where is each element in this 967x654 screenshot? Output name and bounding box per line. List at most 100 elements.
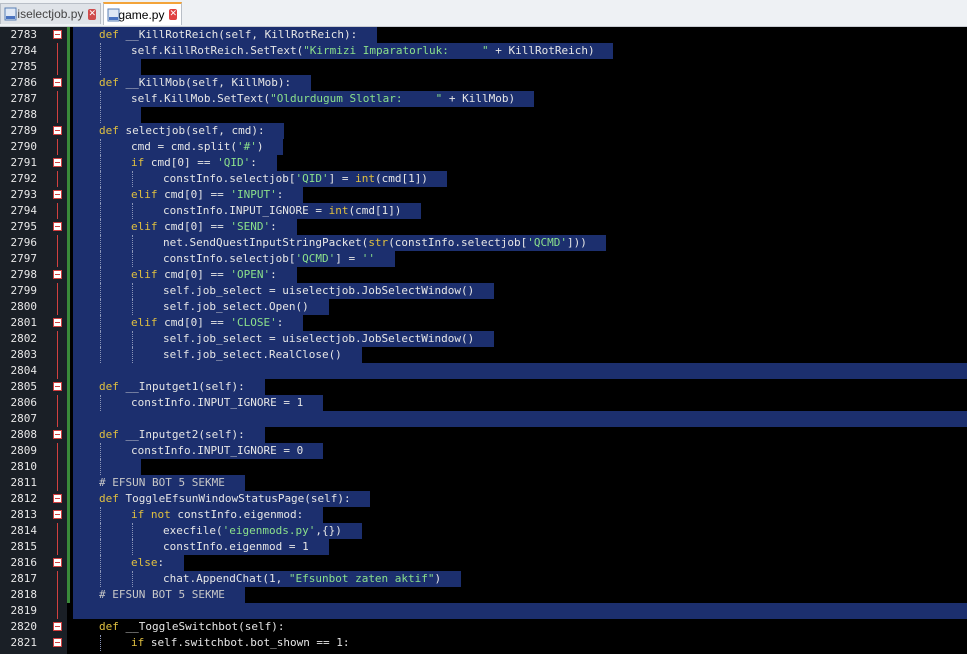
code-line[interactable]: 2788 <box>0 107 967 123</box>
fold-toggle-icon[interactable] <box>53 382 62 391</box>
code-line[interactable]: 2810 <box>0 459 967 475</box>
fold-line <box>57 107 58 123</box>
fold-toggle-icon[interactable] <box>53 222 62 231</box>
indent-guide <box>100 347 101 363</box>
fold-line <box>57 587 58 603</box>
code-line[interactable]: 2795 elif cmd[0] == 'SEND': <box>0 219 967 235</box>
change-marker <box>67 427 70 443</box>
code-text: net.SendQuestInputStringPacket(str(const… <box>163 236 587 249</box>
line-number: 2818 <box>10 588 38 601</box>
code-line[interactable]: 2794 constInfo.INPUT_IGNORE = int(cmd[1]) <box>0 203 967 219</box>
code-line[interactable]: 2819 <box>0 603 967 619</box>
code-line[interactable]: 2784 self.KillRotReich.SetText("Kirmizi I… <box>0 43 967 59</box>
fold-toggle-icon[interactable] <box>53 318 62 327</box>
change-marker <box>67 459 70 475</box>
code-text: def __Inputget2(self): <box>99 428 245 441</box>
code-line[interactable]: 2789 def selectjob(self, cmd): <box>0 123 967 139</box>
tab-bar: uiselectjob.py ✕ game.py ✕ <box>0 0 967 27</box>
indent-guide <box>100 331 101 347</box>
fold-toggle-icon[interactable] <box>53 638 62 647</box>
code-line[interactable]: 2785 <box>0 59 967 75</box>
code-line[interactable]: 2812 def ToggleEfsunWindowStatusPage(self… <box>0 491 967 507</box>
change-marker <box>67 443 70 459</box>
close-tab-icon[interactable]: ✕ <box>169 9 177 20</box>
line-number: 2805 <box>10 380 38 393</box>
fold-toggle-icon[interactable] <box>53 190 62 199</box>
code-line[interactable]: 2790 cmd = cmd.split('#') <box>0 139 967 155</box>
selection-highlight <box>73 411 967 427</box>
indent-guide <box>100 555 101 571</box>
code-line[interactable]: 2792 constInfo.selectjob['QID'] = int(cmd… <box>0 171 967 187</box>
fold-toggle-icon[interactable] <box>53 430 62 439</box>
code-editor[interactable]: 2783 def __KillRotReich(self, KillRotReic… <box>0 27 967 654</box>
line-number: 2813 <box>10 508 38 521</box>
code-line[interactable]: 2796 net.SendQuestInputStringPacket(str(c… <box>0 235 967 251</box>
change-marker <box>67 507 70 523</box>
code-text: constInfo.selectjob['QCMD'] = '' <box>163 252 375 265</box>
code-line[interactable]: 2805 def __Inputget1(self): <box>0 379 967 395</box>
code-line[interactable]: 2804 <box>0 363 967 379</box>
fold-toggle-icon[interactable] <box>53 30 62 39</box>
code-line[interactable]: 2787 self.KillMob.SetText("Oldurdugum Slo… <box>0 91 967 107</box>
tab-game[interactable]: game.py ✕ <box>103 2 182 25</box>
fold-toggle-icon[interactable] <box>53 270 62 279</box>
code-line[interactable]: 2816 else: <box>0 555 967 571</box>
fold-toggle-icon[interactable] <box>53 158 62 167</box>
tab-uiselectjob[interactable]: uiselectjob.py ✕ <box>0 3 101 24</box>
code-line[interactable]: 2783 def __KillRotReich(self, KillRotReic… <box>0 27 967 43</box>
code-line[interactable]: 2821 if self.switchbot.bot_shown == 1: <box>0 635 967 651</box>
code-line[interactable]: 2807 <box>0 411 967 427</box>
code-text: def __ToggleSwitchbot(self): <box>99 620 285 633</box>
line-number: 2789 <box>10 124 38 137</box>
change-marker <box>67 27 70 43</box>
code-line[interactable]: 2813 if not constInfo.eigenmod: <box>0 507 967 523</box>
fold-toggle-icon[interactable] <box>53 558 62 567</box>
selection-highlight <box>73 363 967 379</box>
line-number: 2809 <box>10 444 38 457</box>
code-line[interactable]: 2817 chat.AppendChat(1, "Efsunbot zaten a… <box>0 571 967 587</box>
change-marker <box>67 539 70 555</box>
code-line[interactable]: 2802 self.job_select = uiselectjob.JobSel… <box>0 331 967 347</box>
code-line[interactable]: 2814 execfile('eigenmods.py',{}) <box>0 523 967 539</box>
code-line[interactable]: 2815 constInfo.eigenmod = 1 <box>0 539 967 555</box>
code-line[interactable]: 2800 self.job_select.Open() <box>0 299 967 315</box>
close-tab-icon[interactable]: ✕ <box>88 8 96 20</box>
selection-highlight <box>73 603 967 619</box>
code-line[interactable]: 2798 elif cmd[0] == 'OPEN': <box>0 267 967 283</box>
code-line[interactable]: 2801 elif cmd[0] == 'CLOSE': <box>0 315 967 331</box>
code-line[interactable]: 2803 self.job_select.RealClose() <box>0 347 967 363</box>
fold-toggle-icon[interactable] <box>53 622 62 631</box>
change-marker <box>67 571 70 587</box>
code-line[interactable]: 2811 # EFSUN BOT 5 SEKME <box>0 475 967 491</box>
tab-label: game.py <box>118 7 165 22</box>
change-marker <box>67 75 70 91</box>
code-text: if cmd[0] == 'QID': <box>131 156 257 169</box>
code-line[interactable]: 2820 def __ToggleSwitchbot(self): <box>0 619 967 635</box>
line-number: 2792 <box>10 172 38 185</box>
code-text: constInfo.selectjob['QID'] = int(cmd[1]) <box>163 172 428 185</box>
fold-toggle-icon[interactable] <box>53 494 62 503</box>
line-number: 2800 <box>10 300 38 313</box>
fold-line <box>57 251 58 267</box>
code-line[interactable]: 2808 def __Inputget2(self): <box>0 427 967 443</box>
line-number: 2812 <box>10 492 38 505</box>
fold-toggle-icon[interactable] <box>53 126 62 135</box>
fold-line <box>57 203 58 219</box>
code-line[interactable]: 2793 elif cmd[0] == 'INPUT': <box>0 187 967 203</box>
code-line[interactable]: 2809 constInfo.INPUT_IGNORE = 0 <box>0 443 967 459</box>
change-marker <box>67 395 70 411</box>
fold-line <box>57 347 58 363</box>
fold-toggle-icon[interactable] <box>53 510 62 519</box>
code-line[interactable]: 2806 constInfo.INPUT_IGNORE = 1 <box>0 395 967 411</box>
fold-toggle-icon[interactable] <box>53 78 62 87</box>
indent-guide <box>100 635 101 651</box>
change-marker <box>67 347 70 363</box>
code-line[interactable]: 2818 # EFSUN BOT 5 SEKME <box>0 587 967 603</box>
line-number: 2786 <box>10 76 38 89</box>
code-line[interactable]: 2786 def __KillMob(self, KillMob): <box>0 75 967 91</box>
code-line[interactable]: 2791 if cmd[0] == 'QID': <box>0 155 967 171</box>
tab-label: uiselectjob.py <box>10 7 84 21</box>
code-line[interactable]: 2797 constInfo.selectjob['QCMD'] = '' <box>0 251 967 267</box>
code-line[interactable]: 2799 self.job_select = uiselectjob.JobSel… <box>0 283 967 299</box>
indent-guide <box>132 251 133 267</box>
